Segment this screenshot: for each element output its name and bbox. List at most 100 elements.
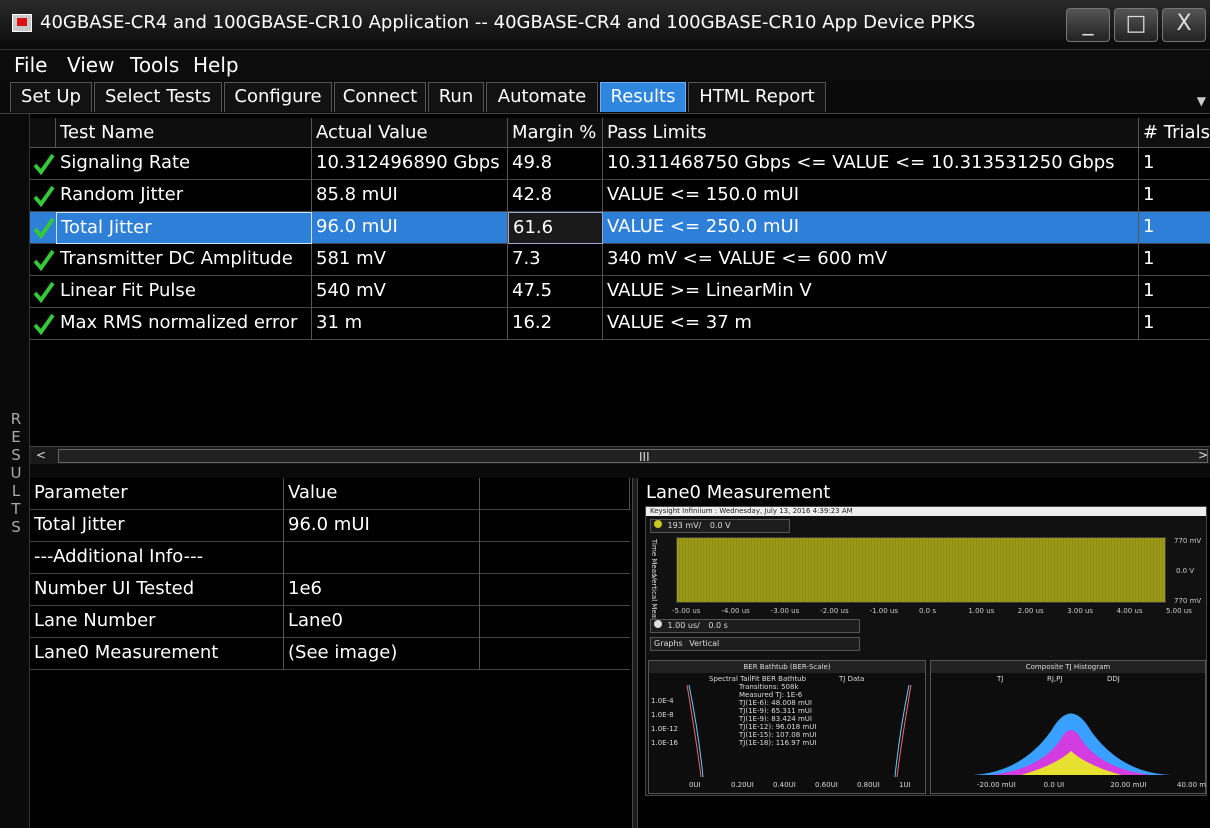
measurement-image-panel: Lane0 Measurement Keysight Infiniium : W… bbox=[640, 478, 1210, 828]
column-header-blank bbox=[480, 478, 630, 510]
pass-check-icon bbox=[33, 313, 55, 336]
cell-trials: 1 bbox=[1143, 280, 1155, 301]
cell-actual-value: 581 mV bbox=[312, 244, 508, 276]
time-tick: -5.00 us bbox=[672, 607, 701, 615]
column-header-actual-value[interactable]: Actual Value bbox=[312, 118, 508, 148]
table-row: ---Additional Info--- bbox=[30, 542, 630, 574]
side-label: RESULTS bbox=[6, 410, 25, 541]
bathtub-ytick: 1.0E-4 bbox=[651, 697, 674, 705]
menu-help[interactable]: Help bbox=[193, 53, 239, 77]
results-table: Test Name Actual Value Margin % Pass Lim… bbox=[30, 114, 1210, 446]
horizontal-scrollbar[interactable]: < III > bbox=[30, 446, 1210, 464]
cell-trials: 1 bbox=[1143, 248, 1155, 269]
vertical-splitter[interactable] bbox=[632, 478, 638, 828]
column-header-trials[interactable]: # Trials bbox=[1139, 118, 1210, 148]
menu-view[interactable]: View bbox=[67, 53, 114, 77]
scroll-grip-icon: III bbox=[639, 450, 650, 464]
cell-test-name: Random Jitter bbox=[56, 180, 312, 212]
column-header-margin[interactable]: Margin % bbox=[508, 118, 603, 148]
parameter-table-header: Parameter Value bbox=[30, 478, 630, 510]
cell-trials: 1 bbox=[1143, 152, 1155, 173]
pass-check-icon bbox=[33, 249, 55, 272]
tab-configure[interactable]: Configure bbox=[224, 82, 332, 112]
cell-test-name: Max RMS normalized error bbox=[56, 308, 312, 340]
cell-pass-limits: VALUE <= 37 m bbox=[603, 308, 1139, 340]
time-tick: 5.00 us bbox=[1166, 607, 1192, 615]
run-icon bbox=[654, 620, 662, 628]
table-row[interactable]: Max RMS normalized error 31 m 16.2 VALUE… bbox=[30, 308, 1210, 340]
scroll-thumb[interactable]: III bbox=[58, 449, 1208, 464]
scroll-right-icon[interactable]: > bbox=[1198, 448, 1208, 462]
column-header-test-name[interactable]: Test Name bbox=[56, 118, 312, 148]
ber-bathtub-plot: BER Bathtub (BER-Scale) Spectral TailFit… bbox=[648, 660, 926, 794]
tab-results[interactable]: Results bbox=[600, 82, 686, 112]
channel-icon bbox=[654, 520, 662, 528]
vertical-scale-box: 193 mV/ 0.0 V bbox=[650, 519, 790, 533]
cell-actual-value: 10.312496890 Gbps bbox=[312, 148, 508, 180]
table-row[interactable]: Transmitter DC Amplitude 581 mV 7.3 340 … bbox=[30, 244, 1210, 276]
right-tick: 0.0 V bbox=[1176, 567, 1195, 575]
bathtub-note: Transitions: 508k bbox=[739, 683, 799, 691]
cell-margin: 61.6 bbox=[508, 212, 603, 244]
horizontal-scale: 1.00 us/ bbox=[667, 621, 700, 630]
cell-actual-value: 31 m bbox=[312, 308, 508, 340]
minimize-button[interactable]: _ bbox=[1066, 8, 1110, 42]
histogram-title: Composite TJ Histogram bbox=[931, 661, 1205, 673]
cell-parameter: Lane Number bbox=[30, 606, 284, 638]
oscilloscope-screenshot: Keysight Infiniium : Wednesday, July 13,… bbox=[645, 506, 1207, 796]
table-row[interactable]: Signaling Rate 10.312496890 Gbps 49.8 10… bbox=[30, 148, 1210, 180]
side-tab-vertical: Vertical Meas bbox=[650, 575, 658, 622]
cell-margin: 7.3 bbox=[508, 244, 603, 276]
menu-file[interactable]: File bbox=[14, 53, 47, 77]
cell-actual-value: 96.0 mUI bbox=[312, 212, 508, 244]
close-button[interactable]: X bbox=[1162, 8, 1206, 42]
histogram-legend-2: RJ,PJ bbox=[1047, 675, 1063, 683]
vertical-offset: 0.0 V bbox=[709, 521, 731, 530]
x-tick: -20.00 mUI bbox=[977, 781, 1016, 789]
waveform-trace bbox=[676, 537, 1166, 603]
scope-header: Keysight Infiniium : Wednesday, July 13,… bbox=[646, 507, 1206, 516]
x-tick: 40.00 mUI bbox=[1177, 781, 1207, 789]
column-header-pass-limits[interactable]: Pass Limits bbox=[603, 118, 1139, 148]
bathtub-note: TJ(1E-12): 96.018 mUI bbox=[739, 723, 817, 731]
cell-trials: 1 bbox=[1143, 216, 1155, 237]
cell-pass-limits: VALUE <= 250.0 mUI bbox=[603, 212, 1139, 244]
cell-margin: 49.8 bbox=[508, 148, 603, 180]
graphs-value: Vertical bbox=[689, 639, 720, 648]
horizontal-scale-box: 1.00 us/ 0.0 s bbox=[650, 619, 860, 633]
scroll-left-icon[interactable]: < bbox=[36, 448, 46, 462]
table-row-selected[interactable]: Total Jitter 96.0 mUI 61.6 VALUE <= 250.… bbox=[30, 212, 1210, 244]
bathtub-ytick: 1.0E-16 bbox=[651, 739, 678, 747]
cell-value: 96.0 mUI bbox=[284, 510, 480, 542]
cell-margin: 16.2 bbox=[508, 308, 603, 340]
tab-connect[interactable]: Connect bbox=[334, 82, 426, 112]
tab-run[interactable]: Run bbox=[428, 82, 484, 112]
column-header-parameter: Parameter bbox=[30, 478, 284, 510]
time-tick: 0.0 s bbox=[919, 607, 937, 615]
tab-set-up[interactable]: Set Up bbox=[10, 82, 92, 112]
table-row: Lane0 Measurement (See image) bbox=[30, 638, 630, 670]
app-icon bbox=[12, 14, 32, 32]
tab-overflow-icon[interactable]: ▼ bbox=[1197, 94, 1206, 108]
maximize-button[interactable]: □ bbox=[1114, 8, 1158, 42]
side-tab-time: Time Meas bbox=[650, 539, 658, 577]
pass-check-icon bbox=[33, 153, 55, 176]
cell-margin: 47.5 bbox=[508, 276, 603, 308]
x-tick: 0.60UI bbox=[815, 781, 838, 789]
table-row[interactable]: Random Jitter 85.8 mUI 42.8 VALUE <= 150… bbox=[30, 180, 1210, 212]
cell-trials: 1 bbox=[1143, 312, 1155, 333]
tab-html-report[interactable]: HTML Report bbox=[688, 82, 826, 112]
time-tick: -4.00 us bbox=[721, 607, 750, 615]
bathtub-legend-2: TJ Data bbox=[839, 675, 865, 683]
menu-tools[interactable]: Tools bbox=[130, 53, 179, 77]
x-tick: 0.0 UI bbox=[1043, 781, 1065, 789]
panel-divider[interactable] bbox=[30, 464, 1210, 478]
bathtub-legend-1: Spectral TailFit BER Bathtub bbox=[709, 675, 807, 683]
cell-value bbox=[284, 542, 480, 574]
time-tick: 3.00 us bbox=[1067, 607, 1094, 615]
tab-automate[interactable]: Automate bbox=[486, 82, 598, 112]
tab-select-tests[interactable]: Select Tests bbox=[94, 82, 222, 112]
table-row[interactable]: Linear Fit Pulse 540 mV 47.5 VALUE >= Li… bbox=[30, 276, 1210, 308]
cell-pass-limits: 10.311468750 Gbps <= VALUE <= 10.3135312… bbox=[603, 148, 1139, 180]
tab-bar: Set Up Select Tests Configure Connect Ru… bbox=[0, 80, 1210, 114]
